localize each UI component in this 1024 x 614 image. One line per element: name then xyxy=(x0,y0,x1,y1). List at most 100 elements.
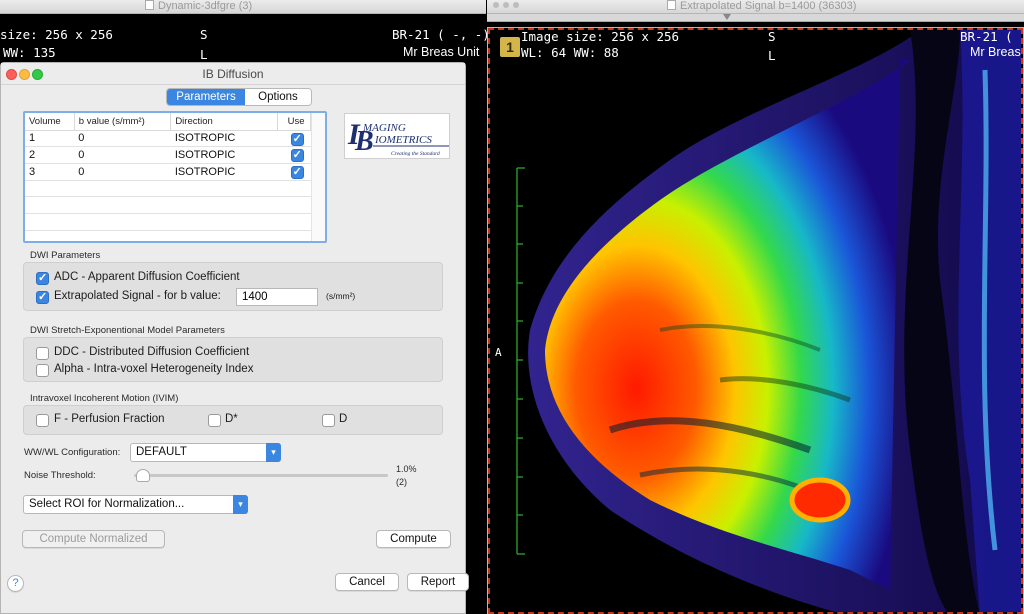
table-row[interactable]: 2 0 ISOTROPIC xyxy=(25,146,311,164)
cell-direction: ISOTROPIC xyxy=(170,163,278,181)
wwwl-config-select[interactable]: DEFAULT ▾ xyxy=(130,443,281,462)
left-orient-s: S xyxy=(200,27,208,42)
d-checkbox[interactable] xyxy=(322,414,335,427)
mri-image-canvas[interactable]: 1 Image size: 256 x 256 WL: 64 WW: 88 S … xyxy=(487,27,1024,614)
zoom-icon[interactable] xyxy=(32,69,43,80)
ivim-panel: F - Perfusion Fraction D* D xyxy=(23,405,443,435)
document-icon xyxy=(145,0,154,10)
column-header-volume[interactable]: Volume xyxy=(25,113,75,131)
compute-normalized-button[interactable]: Compute Normalized xyxy=(22,530,165,548)
extrapolated-signal-label[interactable]: Extrapolated Signal - for b value: xyxy=(54,290,221,302)
chevron-down-icon: ▾ xyxy=(266,443,281,462)
use-checkbox[interactable] xyxy=(290,165,304,179)
scale-ruler xyxy=(516,167,525,555)
table-header-row: Volume b value (s/mm²) Direction Use xyxy=(25,113,311,131)
minimize-icon[interactable] xyxy=(19,69,30,80)
svg-text:MAGING: MAGING xyxy=(362,122,406,134)
stretch-model-panel: DDC - Distributed Diffusion Coefficient … xyxy=(23,337,443,382)
d-label[interactable]: D xyxy=(339,413,347,425)
noise-threshold-count: (2) xyxy=(396,477,407,487)
table-row-empty xyxy=(25,213,311,231)
table-row[interactable]: 1 0 ISOTROPIC xyxy=(25,130,311,148)
table-row[interactable]: 3 0 ISOTROPIC xyxy=(25,163,311,181)
volume-table-grid: Volume b value (s/mm²) Direction Use 1 0… xyxy=(25,113,311,231)
cell-b-value: 0 xyxy=(74,130,171,148)
right-image-viewer[interactable]: Extrapolated Signal b=1400 (36303) 1 Ima… xyxy=(487,0,1024,614)
slider-thumb[interactable] xyxy=(723,14,731,20)
right-image-size: Image size: 256 x 256 xyxy=(521,29,680,44)
extrapolated-signal-checkbox[interactable] xyxy=(36,290,49,304)
window-dot-icon[interactable] xyxy=(493,2,499,8)
cell-b-value: 0 xyxy=(74,163,171,181)
right-orient-a: A xyxy=(495,346,502,359)
tab-bar: Parameters Options xyxy=(166,88,312,106)
right-viewer-titlebar[interactable]: Extrapolated Signal b=1400 (36303) xyxy=(487,0,1024,14)
cell-use xyxy=(277,146,311,164)
frame-slider[interactable] xyxy=(487,14,1024,22)
left-orient-l: L xyxy=(200,47,208,62)
table-row-empty xyxy=(25,196,311,214)
tab-options[interactable]: Options xyxy=(245,89,311,105)
left-window-width: WW: 135 xyxy=(3,45,56,60)
right-series-label: BR-21 ( - xyxy=(960,29,1023,44)
roi-normalization-select[interactable]: Select ROI for Normalization... ▾ xyxy=(23,495,248,514)
table-row-empty xyxy=(25,180,311,198)
chevron-down-icon: ▾ xyxy=(233,495,248,514)
noise-threshold-slider[interactable] xyxy=(134,469,388,482)
window-dot-icon[interactable] xyxy=(513,2,519,8)
adc-label[interactable]: ADC - Apparent Diffusion Coefficient xyxy=(54,271,240,283)
perfusion-fraction-label[interactable]: F - Perfusion Fraction xyxy=(54,413,165,425)
right-viewer-title: Extrapolated Signal b=1400 (36303) xyxy=(680,0,857,12)
adc-checkbox[interactable] xyxy=(36,271,49,285)
svg-text:IOMETRICS: IOMETRICS xyxy=(374,134,432,146)
compute-button[interactable]: Compute xyxy=(376,530,451,548)
report-button[interactable]: Report xyxy=(407,573,469,591)
right-orient-l: L xyxy=(768,48,776,63)
left-viewer-title: Dynamic-3dfgre (3) xyxy=(158,0,253,12)
b-value-input[interactable]: 1400 xyxy=(236,288,318,306)
wwwl-config-label: WW/WL Configuration: xyxy=(24,447,121,458)
window-dot-icon[interactable] xyxy=(503,2,509,8)
ddc-checkbox[interactable] xyxy=(36,347,49,360)
column-header-direction[interactable]: Direction xyxy=(170,113,279,131)
cell-volume: 2 xyxy=(25,146,75,164)
roi-normalization-value: Select ROI for Normalization... xyxy=(29,498,185,510)
volume-table[interactable]: Volume b value (s/mm²) Direction Use 1 0… xyxy=(23,111,327,243)
left-viewer-titlebar[interactable]: Dynamic-3dfgre (3) xyxy=(0,0,486,14)
slider-thumb[interactable] xyxy=(136,469,151,482)
left-patient-name: Mr Breas Unit xyxy=(403,45,480,59)
dialog-title: IB Diffusion xyxy=(202,67,264,81)
svg-text:Creating the Standard: Creating the Standard xyxy=(391,151,440,157)
wwwl-config-value: DEFAULT xyxy=(136,446,187,458)
use-checkbox[interactable] xyxy=(290,132,304,146)
use-checkbox[interactable] xyxy=(290,148,304,163)
breast-mri-image xyxy=(516,30,1021,612)
alpha-label[interactable]: Alpha - Intra-voxel Heterogeneity Index xyxy=(54,363,253,375)
alpha-checkbox[interactable] xyxy=(36,364,49,377)
column-header-b-value[interactable]: b value (s/mm²) xyxy=(74,113,172,131)
cell-direction: ISOTROPIC xyxy=(170,130,278,148)
imaging-biometrics-logo: I B MAGING IOMETRICS Creating the Standa… xyxy=(344,113,450,159)
d-star-label[interactable]: D* xyxy=(225,413,238,425)
dwi-parameters-label: DWI Parameters xyxy=(30,250,101,261)
logo-mark: I B MAGING IOMETRICS Creating the Standa… xyxy=(347,118,449,157)
stretch-model-label: DWI Stretch-Exponentional Model Paramete… xyxy=(30,325,225,336)
cell-use xyxy=(277,163,311,181)
d-star-checkbox[interactable] xyxy=(208,414,221,427)
cell-use xyxy=(277,130,311,148)
cell-direction: ISOTROPIC xyxy=(170,146,278,164)
ivim-label: Intravoxel Incoherent Motion (IVIM) xyxy=(30,393,179,404)
table-scrollbar[interactable] xyxy=(311,113,325,241)
column-header-use[interactable]: Use xyxy=(277,113,311,131)
help-button[interactable]: ? xyxy=(7,575,24,592)
tab-parameters[interactable]: Parameters xyxy=(167,89,245,105)
b-value-unit: (s/mm²) xyxy=(326,291,356,301)
cancel-button[interactable]: Cancel xyxy=(335,573,399,591)
close-icon[interactable] xyxy=(6,69,17,80)
ddc-label[interactable]: DDC - Distributed Diffusion Coefficient xyxy=(54,346,249,358)
dialog-titlebar[interactable]: IB Diffusion xyxy=(1,63,465,85)
viewport-number-badge: 1 xyxy=(500,37,520,57)
document-icon xyxy=(667,0,676,10)
perfusion-fraction-checkbox[interactable] xyxy=(36,414,49,427)
noise-threshold-label: Noise Threshold: xyxy=(24,470,96,481)
